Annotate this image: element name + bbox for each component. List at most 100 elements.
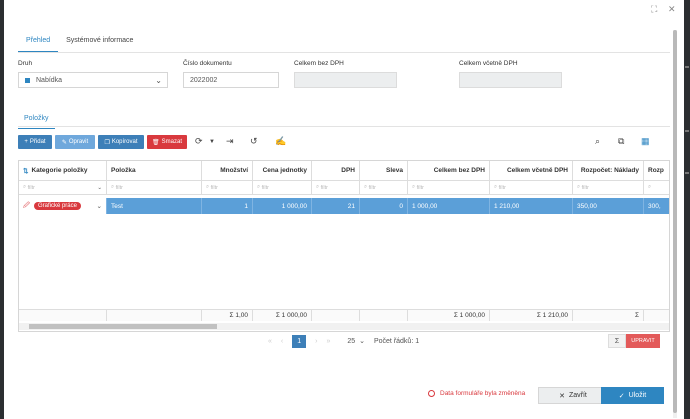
filter-search-icon: ⌕ <box>23 184 27 190</box>
tab-system-info[interactable]: Systémové informace <box>58 32 141 52</box>
total-inc: Σ 1 210,00 <box>490 310 573 321</box>
col-header-item[interactable]: Položka <box>107 161 202 180</box>
page-1-button[interactable]: 1 <box>292 334 307 348</box>
druh-label: Druh <box>18 60 33 67</box>
tabs-divider <box>18 52 670 53</box>
filter-search-icon: ⌕ <box>316 184 320 190</box>
druh-value: Nabídka <box>36 77 63 84</box>
chevron-down-icon: ⌄ <box>155 76 162 85</box>
filter-discount[interactable]: ⌕ filtr <box>360 181 408 194</box>
cell-unit-price[interactable]: 1 000,00 <box>253 198 312 214</box>
filter-budget2[interactable]: ⌕ <box>644 181 669 194</box>
filter-total-inc[interactable]: ⌕ filtr <box>490 181 573 194</box>
col-header-unit-price[interactable]: Cena jednotky <box>253 161 312 180</box>
druh-select[interactable]: Nabídka ⌄ <box>18 72 168 88</box>
last-page-icon[interactable]: » <box>327 338 331 345</box>
scrollbar-thumb[interactable] <box>29 324 217 329</box>
blue-square-icon <box>25 77 30 83</box>
filter-unit-price[interactable]: ⌕ filtr <box>253 181 312 194</box>
form-changed-status: Data formuláře byla změněna <box>428 390 525 397</box>
cell-vat[interactable]: 21 <box>312 198 360 214</box>
close-button[interactable]: ✕ Zavřít <box>538 387 608 404</box>
cell-budget[interactable]: 350,00 <box>573 198 644 214</box>
export-icon[interactable]: ⇥ <box>226 136 234 147</box>
filter-search-icon: ⌕ <box>206 184 210 190</box>
col-header-qty[interactable]: Množství <box>202 161 253 180</box>
bez-dph-label: Celkem bez DPH <box>294 60 344 67</box>
table-view-icon[interactable]: ▦ <box>641 136 650 147</box>
upravit-button[interactable]: UPRAVIT <box>626 334 660 348</box>
col-header-category[interactable]: ⇅ Kategorie položky <box>19 161 107 180</box>
copy-icon: ❐ <box>104 139 110 146</box>
cell-discount[interactable]: 0 <box>360 198 408 214</box>
dialog-tabs: Přehled Systémové informace <box>18 32 141 52</box>
grid-header: ⇅ Kategorie položky Položka Množství Cena… <box>19 161 669 181</box>
cell-item[interactable]: Test <box>107 198 202 214</box>
pencil-icon: ✎ <box>61 139 67 146</box>
cislo-field[interactable]: 2022002 <box>183 72 279 88</box>
search-icon[interactable]: ⌕ <box>595 136 600 147</box>
cell-category[interactable]: 🖉 Grafické práce ⌄ <box>19 198 107 214</box>
page-size-select[interactable]: 25 ⌄ <box>347 337 365 345</box>
horizontal-scrollbar[interactable] <box>19 323 669 330</box>
save-button[interactable]: ✓ Uložit <box>601 387 664 404</box>
first-page-icon[interactable]: « <box>268 338 272 345</box>
next-page-icon[interactable]: › <box>315 338 317 345</box>
prev-page-icon[interactable]: ‹ <box>281 338 283 345</box>
col-header-total-inc[interactable]: Celkem včetně DPH <box>490 161 573 180</box>
total-budget: Σ <box>573 310 644 321</box>
check-circle-icon: ✓ <box>618 392 625 400</box>
edit-button[interactable]: ✎ Opravit <box>55 135 95 149</box>
paperclip-icon: 🖉 <box>23 201 30 209</box>
filter-vat[interactable]: ⌕ filtr <box>312 181 360 194</box>
cell-total-ex[interactable]: 1 000,00 <box>408 198 490 214</box>
filter-search-icon: ⌕ <box>412 184 416 190</box>
vcetne-dph-label: Celkem včetně DPH <box>459 60 518 67</box>
document-dialog: ⛶ ✕ Přehled Systémové informace Druh Nab… <box>4 0 684 419</box>
grid-totals: Σ 1,00 Σ 1 000,00 Σ 1 000,00 Σ 1 210,00 … <box>19 309 669 321</box>
col-header-budget[interactable]: Rozpočet: Náklady <box>573 161 644 180</box>
chevron-down-icon: ⌄ <box>97 184 102 191</box>
edit-note-icon[interactable]: ✍ <box>275 136 286 147</box>
dropdown-caret-icon[interactable]: ▼ <box>209 139 215 145</box>
col-header-budget2[interactable]: Rozp <box>644 161 669 180</box>
col-header-total-ex[interactable]: Celkem bez DPH <box>408 161 490 180</box>
col-header-vat[interactable]: DPH <box>312 161 360 180</box>
tag-icon[interactable]: ⧉ <box>618 136 624 147</box>
row-count: Počet řádků: 1 <box>373 337 420 345</box>
plus-icon: + <box>24 139 28 145</box>
category-badge: Grafické práce <box>33 202 81 210</box>
filter-category[interactable]: ⌕ filtr ⌄ <box>19 181 107 194</box>
close-icon[interactable]: ✕ <box>668 4 676 15</box>
cell-total-inc[interactable]: 1 210,00 <box>490 198 573 214</box>
sigma-button[interactable]: Σ <box>608 334 626 348</box>
maximize-icon[interactable]: ⛶ <box>651 4 657 15</box>
refresh-icon[interactable]: ⟳ <box>195 136 203 147</box>
add-button[interactable]: + Přidat <box>18 135 52 149</box>
table-row[interactable]: 🖉 Grafické práce ⌄ Test 1 1 000,00 21 0 1 … <box>19 198 669 214</box>
sort-icon: ⇅ <box>23 167 29 175</box>
background-right <box>684 0 690 419</box>
delete-button[interactable]: 🗑 Smazat <box>147 135 187 149</box>
filter-budget[interactable]: ⌕ filtr <box>573 181 644 194</box>
filter-total-ex[interactable]: ⌕ filtr <box>408 181 490 194</box>
cell-budget2[interactable]: 300, <box>644 198 669 214</box>
filter-search-icon: ⌕ <box>364 184 368 190</box>
history-icon[interactable]: ↺ <box>250 136 258 147</box>
close-icon: ✕ <box>559 392 565 400</box>
grid-filter-row: ⌕ filtr ⌄ ⌕ filtr ⌕ filtr ⌕ filtr ⌕ filtr… <box>19 181 669 195</box>
total-unit-price: Σ 1 000,00 <box>253 310 312 321</box>
chevron-down-icon: ⌄ <box>359 338 365 345</box>
filter-qty[interactable]: ⌕ filtr <box>202 181 253 194</box>
filter-item[interactable]: ⌕ filtr <box>107 181 202 194</box>
copy-button[interactable]: ❐ Kopírovat <box>98 135 144 149</box>
total-qty: Σ 1,00 <box>202 310 253 321</box>
scrollbar-thumb[interactable] <box>673 30 677 413</box>
filter-search-icon: ⌕ <box>648 184 652 190</box>
col-header-discount[interactable]: Sleva <box>360 161 408 180</box>
vertical-scrollbar[interactable] <box>673 30 677 418</box>
cislo-label: Číslo dokumentu <box>183 60 232 67</box>
cell-qty[interactable]: 1 <box>202 198 253 214</box>
warning-circle-icon <box>428 390 435 397</box>
tab-prehled[interactable]: Přehled <box>18 32 59 52</box>
